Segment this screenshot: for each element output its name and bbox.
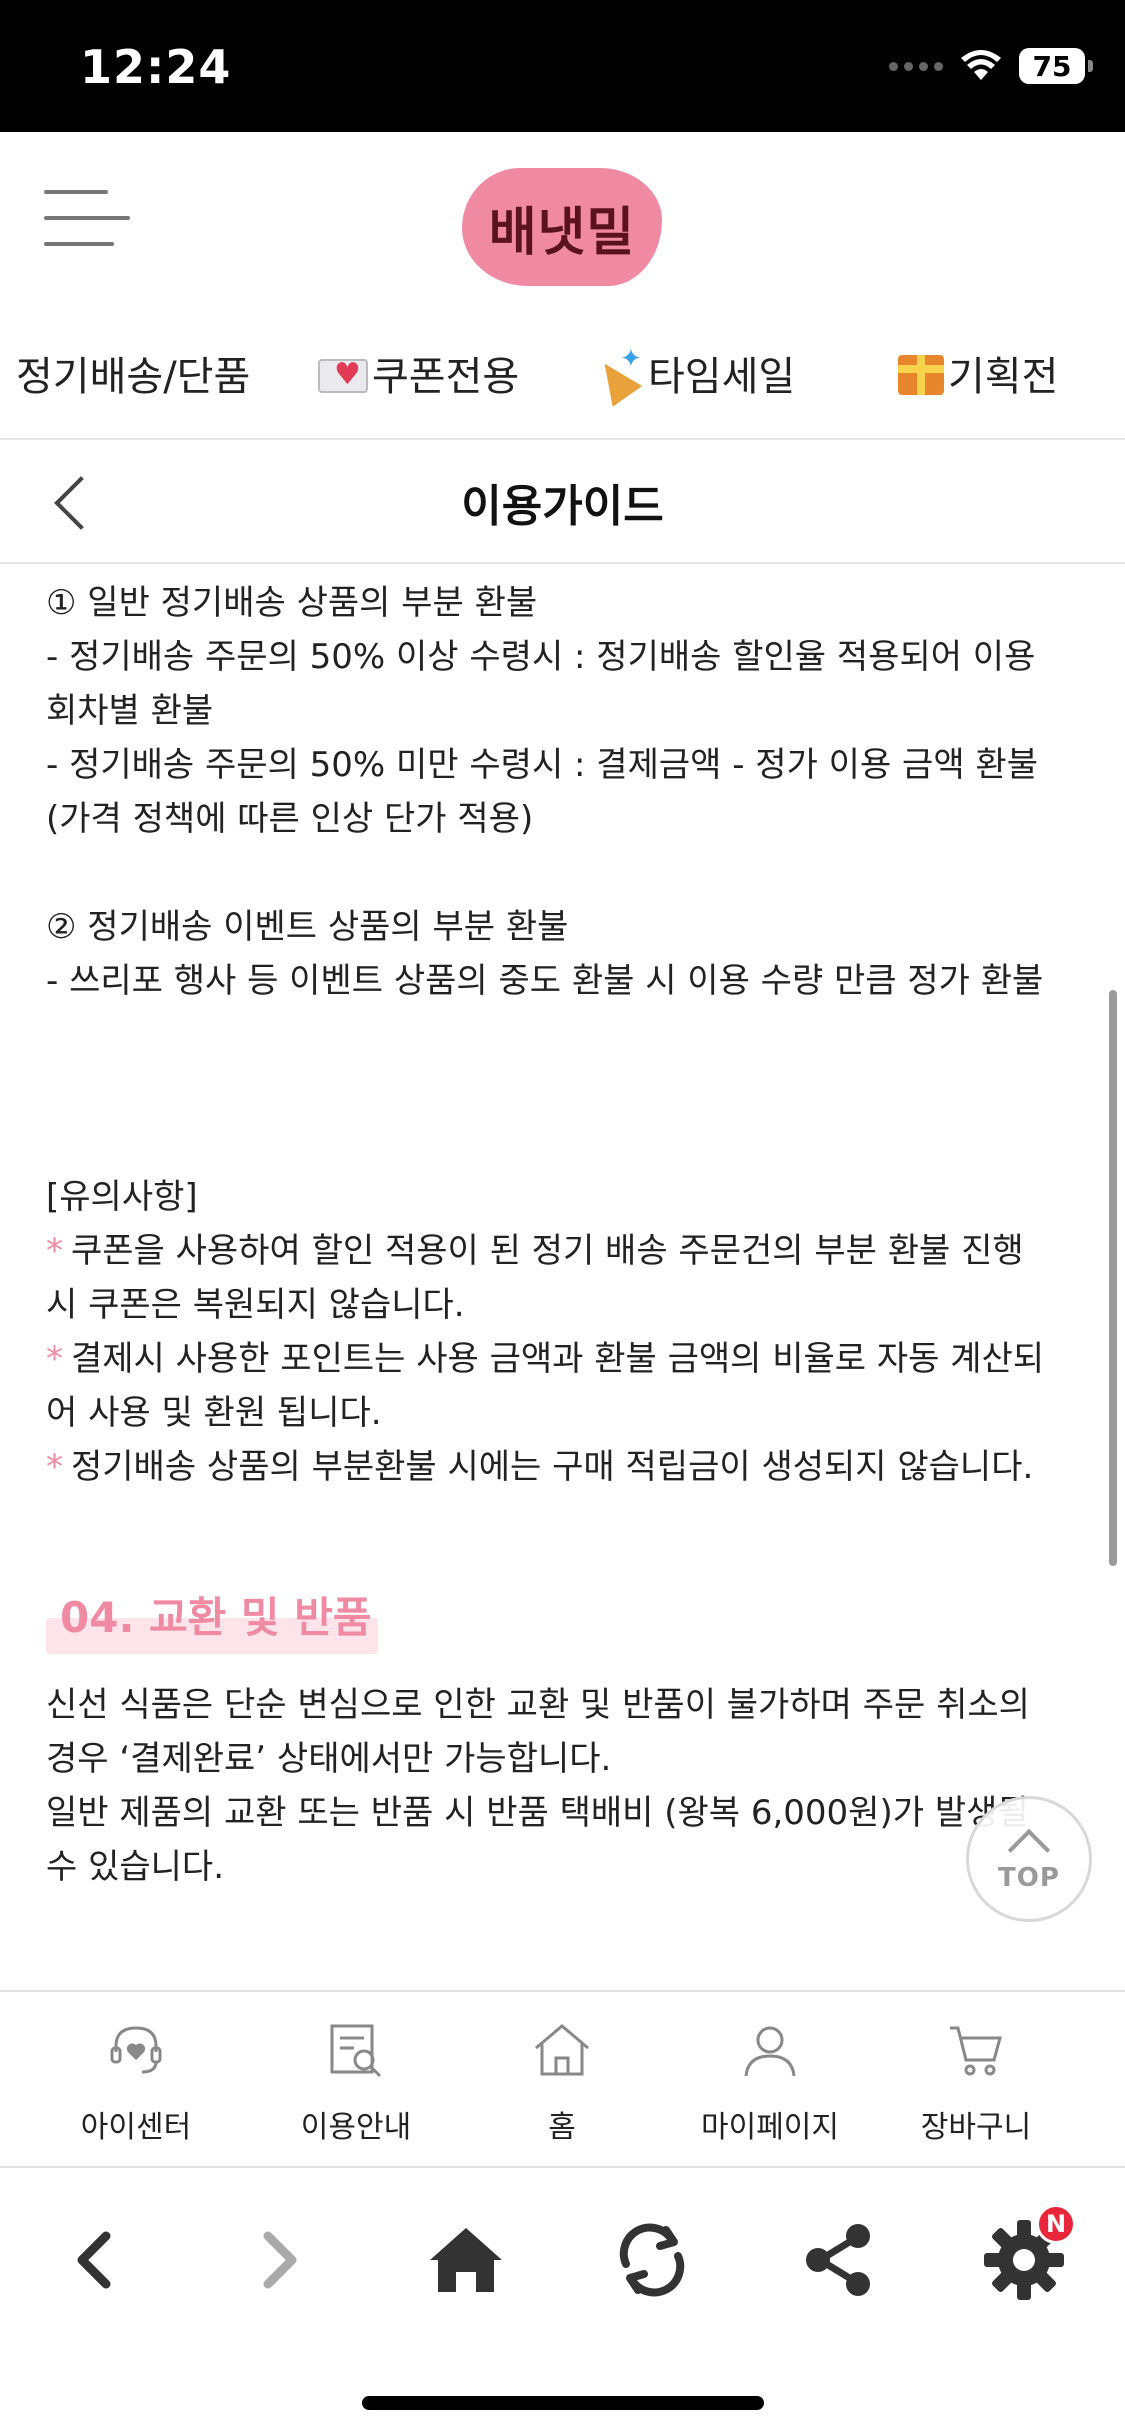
tab-label: 이용안내 — [300, 2110, 412, 2145]
category-label: 타임세일 — [648, 354, 796, 400]
tab-guide[interactable]: 이용안내 — [266, 1992, 446, 2170]
text-line: - 정기배송 주문의 50% 미만 수령시 : 결제금액 - 정가 이용 금액 … — [46, 745, 1038, 785]
text-line: 수 있습니다. — [46, 1847, 225, 1887]
category-coupon[interactable]: 쿠폰전용 — [318, 344, 519, 402]
category-label: 기획전 — [948, 354, 1059, 400]
forward-arrow-icon[interactable] — [232, 2212, 328, 2308]
scrollbar[interactable] — [1109, 990, 1117, 1566]
section-heading-text: 04. 교환 및 반품 — [60, 1593, 372, 1642]
love-letter-icon — [318, 357, 368, 393]
text-line: 일반 제품의 교환 또는 반품 시 반품 택배비 (왕복 6,000원)가 발생… — [46, 1793, 1029, 1833]
category-nav: 정기배송/단품 쿠폰전용 타임세일 기획전 — [0, 302, 1125, 440]
category-label: 정기배송/단품 — [16, 354, 251, 400]
signal-dots-icon — [889, 61, 943, 71]
home-icon[interactable] — [418, 2212, 514, 2308]
refresh-icon[interactable] — [604, 2212, 700, 2308]
text-line: 경우 ‘결제완료’ 상태에서만 가능합니다. — [46, 1739, 612, 1779]
notice-star: * — [46, 1339, 63, 1379]
tab-mypage[interactable]: 마이페이지 — [680, 1992, 860, 2170]
status-time: 12:24 — [80, 40, 232, 94]
page-header: 이용가이드 — [0, 442, 1125, 564]
person-icon — [744, 2026, 796, 2077]
settings-button[interactable]: N — [976, 2204, 1076, 2308]
battery-level: 75 — [1032, 49, 1072, 83]
app-header: 배냇밀 — [0, 132, 1125, 302]
status-icons: 75 — [889, 46, 1093, 86]
hamburger-menu-icon[interactable] — [44, 190, 130, 248]
notice-star: * — [46, 1231, 63, 1271]
notice-line: * 정기배송 상품의 부분환불 시에는 구매 적립금이 생성되지 않습니다. — [46, 1447, 1034, 1487]
logo[interactable]: 배냇밀 — [462, 168, 662, 286]
house-outline-icon — [535, 2024, 589, 2076]
category-subscription[interactable]: 정기배송/단품 — [16, 344, 250, 402]
share-icon[interactable] — [790, 2212, 886, 2308]
category-timesale[interactable]: 타임세일 — [594, 344, 795, 402]
bottom-tab-bar: 아이센터 이용안내 홈 마이페이지 장바구니 — [0, 1990, 1125, 2168]
scroll-top-button[interactable]: TOP — [966, 1796, 1092, 1922]
category-label: 쿠폰전용 — [372, 354, 520, 400]
text-line: (가격 정책에 따른 인상 단가 적용) — [46, 799, 534, 839]
text-line: - 쓰리포 행사 등 이벤트 상품의 중도 환불 시 이용 수량 만큼 정가 환… — [46, 961, 1044, 1001]
gift-icon — [898, 355, 944, 395]
tab-home[interactable]: 홈 — [472, 1992, 652, 2170]
text-line: 신선 식품은 단순 변심으로 인한 교환 및 반품이 불가하며 주문 취소의 — [46, 1685, 1030, 1725]
tab-label: 마이페이지 — [701, 2110, 839, 2145]
tab-label: 아이센터 — [80, 2110, 192, 2145]
notice-star: * — [46, 1447, 63, 1487]
cart-icon — [950, 2026, 1002, 2076]
notice-line: 시 쿠폰은 복원되지 않습니다. — [46, 1285, 465, 1325]
guide-content[interactable]: ① 일반 정기배송 상품의 부분 환불 - 정기배송 주문의 50% 이상 수령… — [0, 566, 1125, 1990]
notice-line: * 쿠폰을 사용하여 할인 적용이 된 정기 배송 주문건의 부분 환불 진행 — [46, 1231, 1024, 1271]
text-line: 회차별 환불 — [46, 691, 214, 731]
logo-text: 배냇밀 — [488, 202, 636, 263]
category-special[interactable]: 기획전 — [898, 344, 1058, 402]
page-title: 이용가이드 — [461, 481, 664, 532]
home-indicator — [362, 2396, 764, 2410]
wifi-icon — [961, 50, 1001, 80]
battery-icon: 75 — [1019, 48, 1093, 84]
back-arrow-icon[interactable] — [46, 2212, 142, 2308]
section-heading: 04. 교환 및 반품 — [46, 1584, 1086, 1654]
text-line: - 정기배송 주문의 50% 이상 수령시 : 정기배송 할인율 적용되어 이용 — [46, 637, 1036, 677]
headset-heart-icon — [110, 2026, 162, 2074]
tab-cart[interactable]: 장바구니 — [886, 1992, 1066, 2170]
tab-label: 홈 — [548, 2110, 576, 2145]
text-line: ① 일반 정기배송 상품의 부분 환불 — [46, 583, 538, 623]
status-bar: 12:24 75 — [0, 0, 1125, 132]
notice-title: [유의사항] — [46, 1177, 198, 1217]
guide-content-inner: ① 일반 정기배송 상품의 부분 환불 - 정기배송 주문의 50% 이상 수령… — [46, 576, 1086, 1894]
notice-line: 어 사용 및 환원 됩니다. — [46, 1393, 382, 1433]
text-line: ② 정기배송 이벤트 상품의 부분 환불 — [46, 907, 569, 947]
party-popper-icon — [594, 344, 644, 396]
tab-label: 장바구니 — [920, 2110, 1032, 2145]
notification-badge: N — [1036, 2204, 1076, 2244]
document-search-icon — [330, 2024, 382, 2078]
tab-icenter[interactable]: 아이센터 — [46, 1992, 226, 2170]
notice-line: * 결제시 사용한 포인트는 사용 금액과 환불 금액의 비율로 자동 계산되 — [46, 1339, 1045, 1379]
